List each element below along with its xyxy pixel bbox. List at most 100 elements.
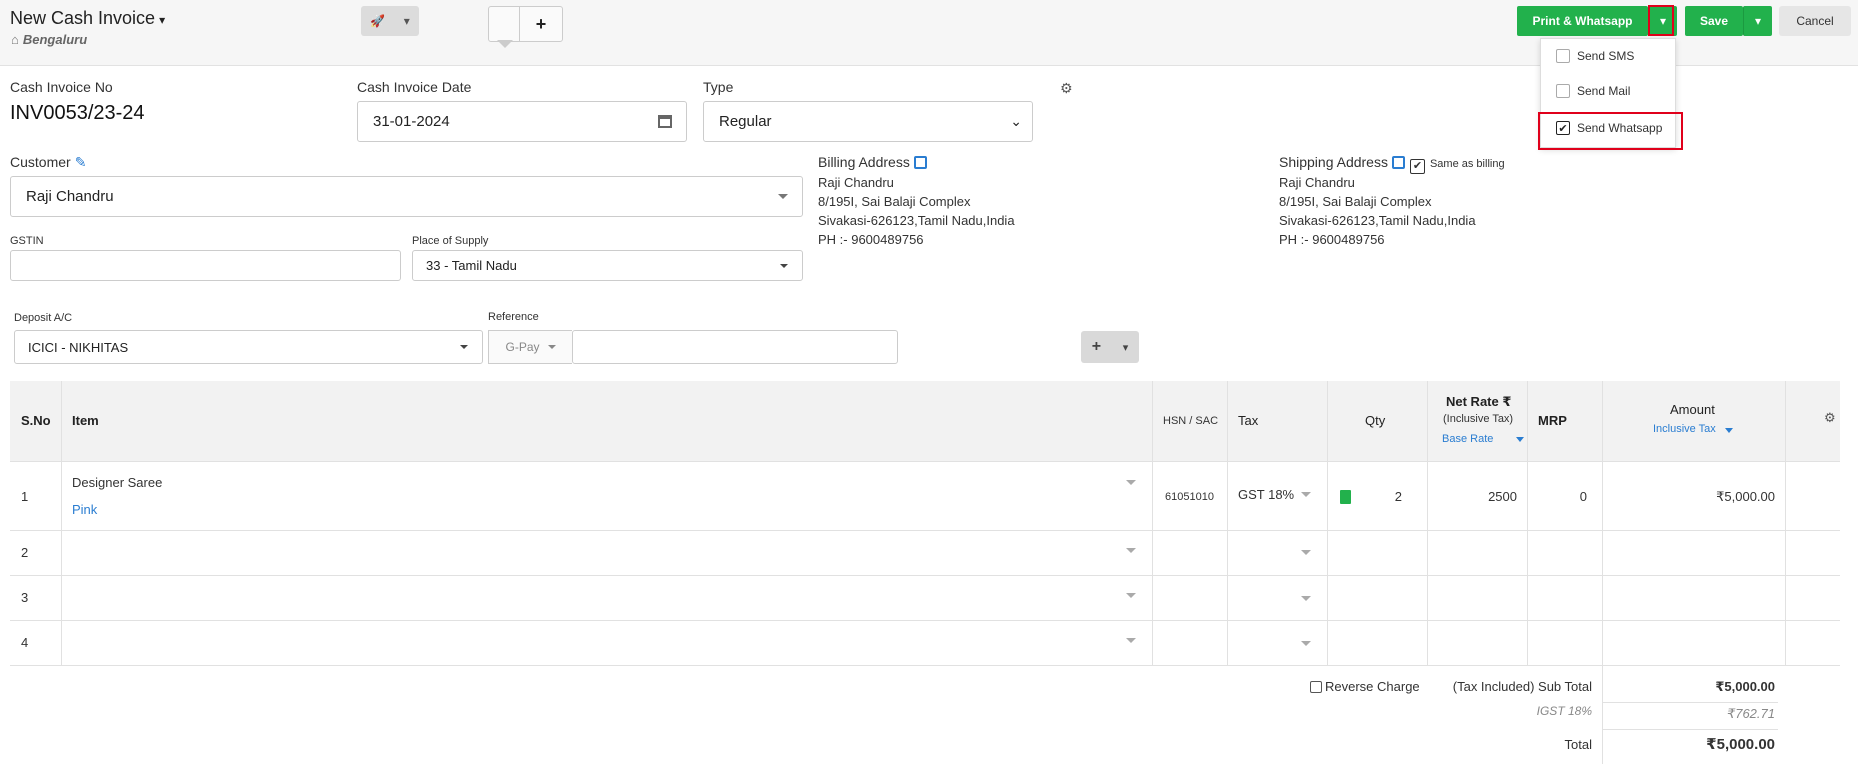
invoice-no-label: Cash Invoice No [10, 79, 113, 95]
cancel-button[interactable]: Cancel [1779, 6, 1851, 36]
row-divider [10, 620, 1840, 621]
row-divider [10, 575, 1840, 576]
home-icon: ⌂ [11, 32, 19, 47]
shipping-line: PH :- 9600489756 [1279, 232, 1385, 247]
same-as-billing-checkbox[interactable]: ✔ [1409, 159, 1425, 174]
reverse-charge-checkbox[interactable] [1310, 680, 1322, 693]
row-sno: 3 [21, 590, 29, 605]
add-field-button[interactable]: + ▾ [1081, 331, 1139, 363]
billing-address: Raji Chandru 8/195I, Sai Balaji Complex … [818, 173, 1015, 249]
gear-icon[interactable]: ⚙ [1060, 80, 1073, 97]
type-select[interactable]: Regular ⌄ [703, 101, 1033, 142]
row-tax[interactable]: GST 18% [1238, 487, 1294, 502]
gear-icon[interactable]: ⚙ [1824, 410, 1836, 426]
send-sms-option[interactable]: Send SMS [1556, 46, 1634, 66]
place-of-supply-value: 33 - Tamil Nadu [426, 258, 517, 273]
page-title[interactable]: New Cash Invoice ▾ [10, 8, 165, 29]
column-divider [1602, 381, 1603, 764]
quick-actions-button[interactable]: 🚀 ▾ [361, 6, 419, 36]
shipping-address-label-text: Shipping Address [1279, 154, 1388, 170]
dropdown-highlight-box [1648, 5, 1674, 36]
shipping-address: Raji Chandru 8/195I, Sai Balaji Complex … [1279, 173, 1476, 249]
column-divider [1527, 381, 1528, 666]
row-variant[interactable]: Pink [72, 502, 97, 517]
caret-down-icon[interactable] [1126, 593, 1136, 598]
caret-down-icon[interactable] [1301, 641, 1311, 646]
deposit-label: Deposit A/C [14, 312, 73, 324]
row-divider [10, 665, 1840, 666]
row-sno: 2 [21, 545, 29, 560]
send-mail-option[interactable]: Send Mail [1556, 81, 1630, 101]
column-divider [1152, 381, 1153, 666]
tab-toggle[interactable]: + [488, 6, 563, 42]
invoice-no-value: INV0053/23-24 [10, 102, 145, 124]
row-mrp[interactable]: 0 [1540, 489, 1587, 504]
reference-label: Reference [488, 311, 539, 323]
deposit-select[interactable]: ICICI - NIKHITAS [14, 330, 483, 364]
row-item[interactable]: Designer Saree [72, 475, 162, 490]
type-label: Type [703, 79, 734, 95]
branch-name: Bengaluru [22, 32, 88, 47]
send-sms-checkbox[interactable] [1556, 49, 1570, 63]
col-hsn: HSN / SAC [1163, 415, 1219, 427]
caret-down-icon[interactable] [1301, 550, 1311, 555]
pencil-icon[interactable]: ✎ [75, 154, 87, 170]
tab-current[interactable] [489, 7, 520, 41]
type-value: Regular [719, 113, 772, 130]
shipping-line: Raji Chandru [1279, 175, 1355, 190]
stock-icon[interactable] [1340, 490, 1351, 504]
caret-down-icon[interactable] [1126, 480, 1136, 485]
col-net-rate: Net Rate ₹ [1446, 394, 1512, 409]
customer-label-text: Customer [10, 154, 71, 170]
igst-label: IGST 18% [1536, 704, 1592, 718]
reference-input[interactable] [572, 330, 898, 364]
column-divider [1327, 381, 1328, 666]
row-rate[interactable]: 2500 [1440, 489, 1517, 504]
deposit-value: ICICI - NIKHITAS [28, 339, 129, 355]
edit-icon[interactable] [1391, 156, 1405, 169]
reference-type-value: G-Pay [505, 340, 540, 354]
billing-line: Sivakasi-626123,Tamil Nadu,India [818, 213, 1015, 228]
chevron-down-icon: ⌄ [1010, 113, 1022, 129]
row-qty[interactable]: 2 [1380, 489, 1402, 504]
chevron-down-icon: ▾ [403, 14, 410, 28]
column-divider [61, 381, 62, 666]
column-divider [1427, 381, 1428, 666]
tab-indicator [497, 40, 513, 48]
total-value: ₹5,000.00 [1706, 736, 1775, 753]
caret-down-icon[interactable] [1126, 638, 1136, 643]
add-tab-button[interactable]: + [520, 7, 562, 41]
billing-address-label: Billing Address [818, 154, 927, 170]
calendar-icon[interactable] [658, 115, 672, 128]
invoice-date-input[interactable]: 31-01-2024 [357, 101, 687, 142]
caret-down-icon [547, 345, 556, 349]
customer-select[interactable]: Raji Chandru [10, 176, 803, 217]
caret-down-icon[interactable] [1516, 437, 1524, 442]
base-rate-toggle[interactable]: Base Rate [1442, 433, 1493, 445]
print-whatsapp-button[interactable]: Print & Whatsapp [1517, 6, 1648, 36]
edit-icon[interactable] [913, 156, 927, 169]
reference-type-select[interactable]: G-Pay [488, 330, 572, 364]
inclusive-tax-toggle[interactable]: Inclusive Tax [1653, 423, 1716, 435]
send-mail-label: Send Mail [1577, 84, 1631, 98]
total-label: Total [1564, 737, 1592, 752]
caret-down-icon[interactable] [1301, 596, 1311, 601]
place-of-supply-label: Place of Supply [412, 235, 489, 247]
same-as-billing-label: Same as billing [1429, 158, 1505, 170]
caret-down-icon[interactable] [1301, 492, 1311, 497]
caret-down-icon[interactable] [1126, 548, 1136, 553]
save-dropdown-button[interactable]: ▾ [1743, 6, 1772, 36]
caret-down-icon[interactable]: ▾ [159, 13, 165, 27]
shipping-address-label: Shipping Address ✔ Same as billing [1279, 154, 1505, 174]
send-mail-checkbox[interactable] [1556, 84, 1570, 98]
caret-down-icon: ▾ [1754, 14, 1762, 28]
column-divider [1785, 381, 1786, 666]
billing-line: Raji Chandru [818, 175, 894, 190]
save-button[interactable]: Save [1685, 6, 1743, 36]
gstin-input[interactable] [10, 250, 401, 281]
col-item: Item [72, 413, 99, 428]
chevron-down-icon: ▾ [1122, 341, 1129, 354]
caret-down-icon[interactable] [1725, 428, 1733, 433]
place-of-supply-select[interactable]: 33 - Tamil Nadu [412, 250, 803, 281]
row-hsn[interactable]: 61051010 [1165, 491, 1214, 503]
